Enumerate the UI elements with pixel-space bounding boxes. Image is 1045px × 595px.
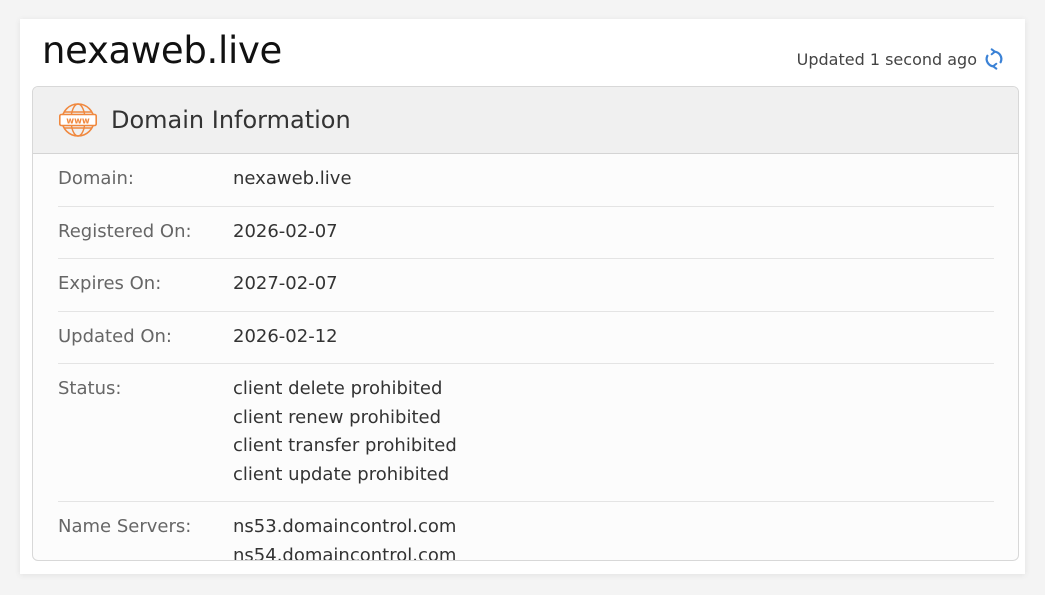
row-value: 2026-02-12	[233, 325, 338, 347]
domain-info-card: nexaweb.live Updated 1 second ago www Do…	[20, 19, 1025, 574]
row-value: nexaweb.live	[233, 168, 352, 189]
row-label: Updated On:	[58, 325, 172, 347]
row-value: 2027-02-07	[233, 273, 338, 294]
row-domain: Domain: nexaweb.live	[58, 154, 994, 207]
row-registered-on: Registered On: 2026-02-07	[58, 207, 994, 259]
name-server-value: ns54.domaincontrol.com	[233, 544, 457, 561]
row-label: Expires On:	[58, 273, 162, 294]
row-status: Status: client delete prohibited client …	[58, 364, 994, 502]
row-value: ns53.domaincontrol.com ns54.domaincontro…	[233, 513, 457, 561]
row-updated-on: Updated On: 2026-02-12	[58, 312, 994, 364]
status-value: client delete prohibited	[233, 378, 443, 399]
name-server-value: ns53.domaincontrol.com	[233, 516, 457, 537]
row-label: Registered On:	[58, 220, 192, 242]
row-name-servers: Name Servers: ns53.domaincontrol.com ns5…	[58, 502, 994, 561]
www-globe-icon: www	[59, 101, 97, 139]
domain-info-panel: www Domain Information Domain: nexaweb.l…	[32, 86, 1019, 561]
refresh-icon[interactable]	[983, 48, 1005, 70]
status-value: client transfer prohibited	[233, 435, 457, 456]
updated-text: Updated 1 second ago	[796, 49, 977, 69]
panel-title: Domain Information	[111, 106, 351, 134]
row-expires-on: Expires On: 2027-02-07	[58, 259, 994, 312]
status-value: client update prohibited	[233, 463, 450, 485]
info-rows: Domain: nexaweb.live Registered On: 2026…	[33, 154, 1018, 561]
row-value: client delete prohibited client renew pr…	[233, 375, 457, 489]
svg-text:www: www	[66, 116, 90, 126]
status-value: client renew prohibited	[233, 406, 442, 428]
page-title: nexaweb.live	[42, 29, 283, 72]
row-value: 2026-02-07	[233, 220, 338, 242]
update-status: Updated 1 second ago	[797, 48, 1005, 70]
panel-header: www Domain Information	[33, 87, 1018, 154]
row-label: Status:	[58, 378, 122, 399]
row-label: Name Servers:	[58, 516, 192, 537]
row-label: Domain:	[58, 168, 134, 189]
